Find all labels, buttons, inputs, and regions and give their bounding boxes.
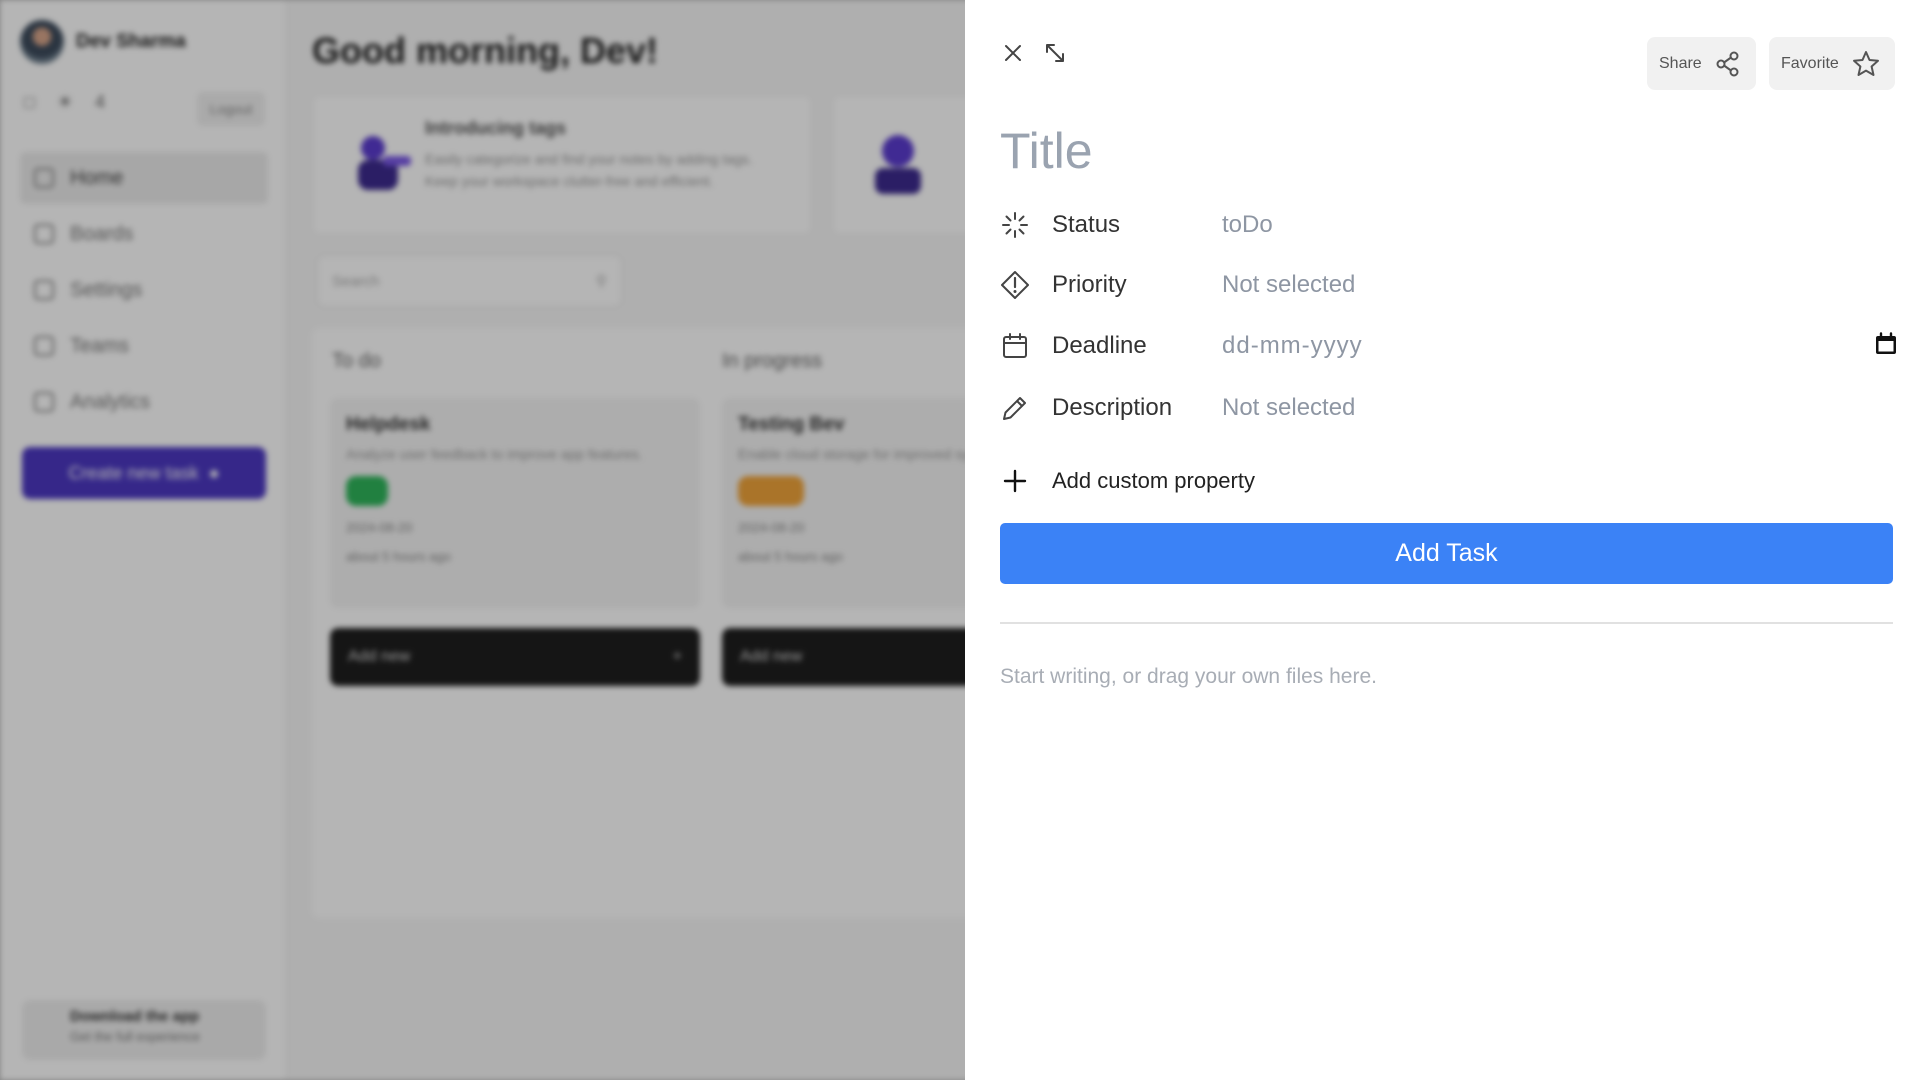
priority-value[interactable]: Not selected xyxy=(1222,271,1355,299)
calendar-picker-icon[interactable] xyxy=(1874,331,1898,361)
add-task-button[interactable]: Add Task xyxy=(1000,523,1893,584)
share-label: Share xyxy=(1659,54,1702,72)
divider xyxy=(1000,622,1893,624)
deadline-date-input[interactable]: dd-mm-yyyy xyxy=(1222,332,1363,360)
deadline-label: Deadline xyxy=(1052,332,1147,359)
title-input[interactable] xyxy=(1000,118,1860,184)
editor-placeholder[interactable]: Start writing, or drag your own files he… xyxy=(1000,665,1377,689)
property-deadline[interactable]: Deadline dd-mm-yyyy xyxy=(1000,324,1898,368)
calendar-icon xyxy=(1000,331,1030,361)
favorite-button[interactable]: Favorite xyxy=(1769,37,1895,90)
add-custom-property-label: Add custom property xyxy=(1052,468,1255,493)
favorite-label: Favorite xyxy=(1781,54,1839,72)
property-description[interactable]: Description Not selected xyxy=(1000,386,1898,430)
share-icon xyxy=(1716,51,1739,76)
status-value[interactable]: toDo xyxy=(1222,211,1273,239)
modal-backdrop[interactable] xyxy=(0,0,965,1080)
description-label: Description xyxy=(1052,394,1173,421)
priority-label: Priority xyxy=(1052,271,1127,298)
status-spinner-icon xyxy=(1000,210,1030,240)
add-custom-property-button[interactable]: Add custom property xyxy=(1000,459,1255,503)
plus-icon xyxy=(1000,466,1030,496)
property-priority[interactable]: Priority Not selected xyxy=(1000,263,1898,307)
pencil-icon xyxy=(1000,393,1030,423)
share-button[interactable]: Share xyxy=(1647,37,1756,90)
task-drawer: Share Favorite Status toDo Priority Not … xyxy=(965,0,1920,1080)
expand-icon[interactable] xyxy=(1040,38,1070,68)
description-value[interactable]: Not selected xyxy=(1222,394,1355,422)
star-icon xyxy=(1852,50,1879,76)
close-icon[interactable] xyxy=(998,38,1028,68)
property-status[interactable]: Status toDo xyxy=(1000,203,1898,247)
priority-diamond-icon xyxy=(1000,270,1030,300)
status-label: Status xyxy=(1052,211,1121,238)
